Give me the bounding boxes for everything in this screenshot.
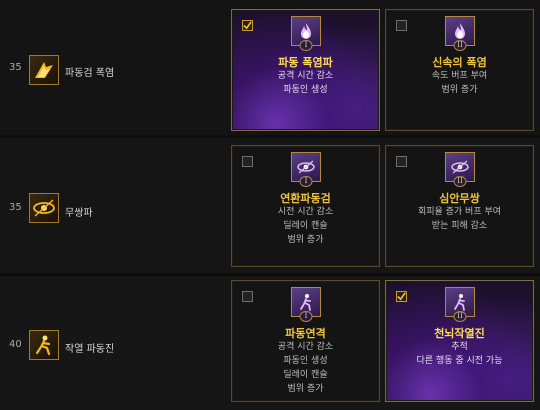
purple-figure-icon: II [445, 287, 475, 322]
option-checkbox[interactable] [396, 291, 407, 302]
option-checkbox[interactable] [242, 20, 253, 31]
option-title: 파동 폭염파 [278, 56, 333, 69]
purple-flame-icon: I [291, 16, 321, 51]
eye-wave-icon [29, 193, 59, 223]
option-checkbox[interactable] [242, 291, 253, 302]
option-title: 연환파동검 [280, 192, 331, 205]
option-line: 속도 버프 부여 [431, 71, 488, 81]
skill-name: 파동검 폭염 [65, 68, 115, 79]
skill-row: 40 작열 파동진 I 파동연격 공격 시간 감소 파동인 생성 딜레이 캔슬 … [0, 276, 540, 410]
tier-badge: II [453, 40, 467, 51]
skill-row: 35 무쌍파 I 연환파동검 시전 시간 감소 딜레이 캔슬 범위 증가 II … [0, 138, 540, 273]
option-lines: 회피율 증가 버프 부여 받는 피해 감소 [386, 205, 533, 233]
option-line: 시전 시간 감소 [277, 207, 334, 217]
option-checkbox[interactable] [242, 156, 253, 167]
purple-eye-icon: II [445, 152, 475, 187]
option-card[interactable]: II 심안무쌍 회피율 증가 버프 부여 받는 피해 감소 [385, 145, 534, 267]
skill-level: 35 [9, 202, 22, 213]
skill-name: 무쌍파 [65, 208, 93, 219]
option-lines: 속도 버프 부여 범위 증가 [386, 69, 533, 97]
option-card[interactable]: II 신속의 폭염 속도 버프 부여 범위 증가 [385, 9, 534, 131]
option-line: 공격 시간 감소 [277, 342, 334, 352]
option-line: 추적 [451, 342, 468, 352]
skill-name: 작열 파동진 [65, 344, 115, 355]
option-line: 파동인 생성 [283, 356, 328, 366]
sword-slash-icon [29, 55, 59, 85]
option-line: 범위 증가 [441, 85, 478, 95]
purple-eye-icon: I [291, 152, 321, 187]
tier-badge: I [299, 311, 313, 322]
option-line: 공격 시간 감소 [277, 71, 334, 81]
skill-level: 35 [9, 62, 22, 73]
option-title: 천뇌작열진 [434, 327, 485, 340]
option-title: 파동연격 [285, 327, 326, 340]
option-line: 회피율 증가 버프 부여 [417, 207, 502, 217]
option-checkbox[interactable] [396, 20, 407, 31]
option-title: 심안무쌍 [439, 192, 480, 205]
tier-badge: I [299, 176, 313, 187]
option-card[interactable]: I 파동 폭염파 공격 시간 감소 파동인 생성 [231, 9, 380, 131]
skill-row: 35 파동검 폭염 I 파동 폭염파 공격 시간 감소 파동인 생성 II 신속… [0, 0, 540, 135]
dashing-figure-icon [29, 330, 59, 360]
option-line: 파동인 생성 [283, 85, 328, 95]
option-line: 범위 증가 [287, 384, 324, 394]
option-card[interactable]: I 파동연격 공격 시간 감소 파동인 생성 딜레이 캔슬 범위 증가 [231, 280, 380, 402]
tier-badge: II [453, 176, 467, 187]
tier-badge: I [299, 40, 313, 51]
skill-level: 40 [9, 339, 22, 350]
option-line: 범위 증가 [287, 235, 324, 245]
purple-figure-icon: I [291, 287, 321, 322]
option-line: 딜레이 캔슬 [283, 370, 328, 380]
option-card[interactable]: II 천뇌작열진 추적 다른 행동 중 시전 가능 [385, 280, 534, 402]
option-checkbox[interactable] [396, 156, 407, 167]
option-line: 다른 행동 중 시전 가능 [416, 356, 503, 366]
option-line: 받는 피해 감소 [431, 221, 488, 231]
option-card[interactable]: I 연환파동검 시전 시간 감소 딜레이 캔슬 범위 증가 [231, 145, 380, 267]
option-lines: 추적 다른 행동 중 시전 가능 [386, 340, 533, 368]
tier-badge: II [453, 311, 467, 322]
option-lines: 공격 시간 감소 파동인 생성 [232, 69, 379, 97]
option-title: 신속의 폭염 [432, 56, 487, 69]
option-lines: 시전 시간 감소 딜레이 캔슬 범위 증가 [232, 205, 379, 247]
option-line: 딜레이 캔슬 [283, 221, 328, 231]
option-lines: 공격 시간 감소 파동인 생성 딜레이 캔슬 범위 증가 [232, 340, 379, 396]
purple-flame-icon: II [445, 16, 475, 51]
